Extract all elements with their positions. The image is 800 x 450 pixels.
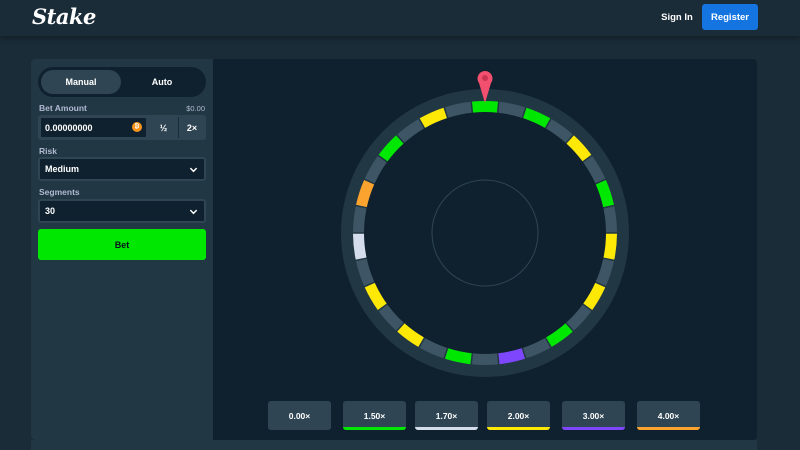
bet-controls-sidebar: Manual Auto Bet Amount $0.00 ₿ ½ 2× Risk… (31, 59, 213, 440)
bet-amount-usd: $0.00 (186, 104, 205, 113)
multiplier-chip: 2.00× (487, 401, 550, 430)
top-bar: Stake Sign In Register (0, 0, 800, 36)
multiplier-color-bar (415, 427, 478, 430)
register-button[interactable]: Register (702, 4, 758, 30)
wheel-inner-disc (364, 112, 606, 354)
multiplier-label: 4.00× (657, 410, 680, 421)
multiplier-color-bar (637, 427, 700, 430)
wheel (341, 71, 629, 377)
multiplier-chip: 4.00× (637, 401, 700, 430)
wheel-game-panel: Manual Auto Bet Amount $0.00 ₿ ½ 2× Risk… (31, 59, 757, 440)
sign-in-button[interactable]: Sign In (652, 4, 702, 30)
mode-tabs: Manual Auto (38, 67, 206, 97)
multiplier-label: 0.00× (288, 410, 311, 421)
bitcoin-icon: ₿ (132, 122, 142, 132)
multiplier-chip: 0.00× (268, 401, 331, 430)
bet-amount-label: Bet Amount (39, 103, 87, 113)
segments-label: Segments (39, 187, 80, 197)
segments-value: 30 (45, 206, 56, 216)
multiplier-label: 2.00× (507, 410, 530, 421)
bet-amount-group: ₿ ½ 2× (38, 115, 206, 140)
multiplier-chip: 1.50× (343, 401, 406, 430)
wheel-segment-gray (471, 353, 499, 365)
multiplier-color-bar (562, 427, 625, 430)
tab-auto[interactable]: Auto (122, 70, 202, 94)
chevron-down-icon (189, 167, 198, 173)
risk-select[interactable]: Medium (38, 157, 206, 181)
multiplier-color-bar (343, 427, 406, 430)
multiplier-legend: 0.00× 1.50× 1.70× 2.00× 3.00× 4.00× (268, 401, 708, 430)
multiplier-color-bar (268, 427, 331, 430)
segments-select[interactable]: 30 (38, 199, 206, 223)
multiplier-chip: 1.70× (415, 401, 478, 430)
wheel-board: 0.00× 1.50× 1.70× 2.00× 3.00× 4.00× (213, 59, 757, 440)
double-bet-button[interactable]: 2× (178, 117, 205, 138)
chevron-down-icon (189, 209, 198, 215)
risk-label: Risk (39, 146, 57, 156)
bet-button[interactable]: Bet (38, 229, 206, 260)
tab-manual[interactable]: Manual (41, 70, 121, 94)
multiplier-color-bar (487, 427, 550, 430)
multiplier-chip: 3.00× (562, 401, 625, 430)
bet-amount-input[interactable] (40, 117, 147, 138)
footer-strip (31, 440, 757, 450)
multiplier-label: 3.00× (582, 410, 605, 421)
multiplier-label: 1.50× (363, 410, 386, 421)
stake-logo[interactable]: Stake (32, 4, 96, 29)
multiplier-label: 1.70× (435, 410, 458, 421)
risk-value: Medium (45, 164, 80, 174)
half-bet-button[interactable]: ½ (150, 117, 177, 138)
